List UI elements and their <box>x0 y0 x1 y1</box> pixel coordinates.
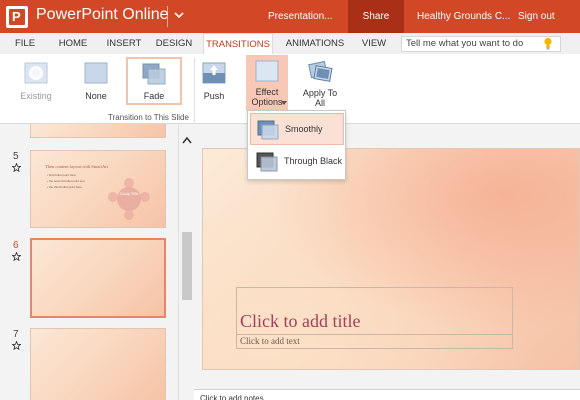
slide-number: 6 <box>13 240 19 251</box>
none-label: None <box>85 91 107 101</box>
transition-star-icon <box>12 341 21 350</box>
apply-to-all-label-line2: All <box>314 98 325 108</box>
effect-options-button[interactable]: Effect Options <box>246 55 288 111</box>
effect-options-icon <box>255 60 279 82</box>
fade-label: Fade <box>143 91 165 101</box>
through-black-icon <box>256 152 278 172</box>
tab-view[interactable]: VIEW <box>359 33 389 54</box>
lightbulb-icon[interactable] <box>543 37 553 50</box>
transition-fade-button[interactable]: Fade <box>126 57 182 105</box>
transition-star-icon <box>12 163 21 172</box>
slide-thumbnail-6[interactable] <box>30 238 166 318</box>
document-name[interactable]: Presentation... <box>268 11 332 22</box>
share-button[interactable]: Share <box>348 0 404 33</box>
existing-thumb-icon <box>24 62 48 84</box>
push-thumb-icon <box>202 62 226 84</box>
app-divider <box>167 6 168 27</box>
transition-star-icon <box>12 252 21 261</box>
ribbon-tabs: FILE HOME INSERT DESIGN TRANSITIONS ANIM… <box>0 33 580 54</box>
slide-thumb-bullet: • the second bullet point text <box>47 179 85 183</box>
slide-thumbnail-7[interactable] <box>30 328 166 400</box>
slide-number: 7 <box>13 329 19 340</box>
slide-thumb-bullet: • the third bullet point here <box>47 185 82 189</box>
title-placeholder-text: Click to add title <box>240 311 361 331</box>
transition-none-button[interactable]: None <box>68 57 124 105</box>
sign-out-link[interactable]: Sign out <box>518 11 555 22</box>
app-name[interactable]: PowerPoint Online <box>36 6 169 24</box>
ribbon-group-caption: Transition to This Slide <box>108 113 189 122</box>
group-separator <box>194 58 195 122</box>
transition-existing-button[interactable]: Existing <box>8 57 64 105</box>
slides-scrollbar[interactable] <box>178 124 194 400</box>
apply-to-all-button[interactable]: Apply To All <box>296 55 344 111</box>
powerpoint-logo-icon[interactable]: P <box>6 6 28 28</box>
apply-to-all-icon <box>308 60 333 82</box>
menu-item-smoothly[interactable]: Smoothly <box>250 113 344 145</box>
notes-placeholder: Click to add notes <box>200 394 264 400</box>
menu-item-through-black[interactable]: Through Black <box>250 146 344 178</box>
tab-insert[interactable]: INSERT <box>104 33 144 54</box>
smartart-center-label: Group Title <box>119 191 139 196</box>
effect-options-menu: Smoothly Through Black <box>247 110 346 180</box>
menu-item-label: Smoothly <box>285 124 323 134</box>
slide-thumbnail-5[interactable]: Then content layout with SmartArt • firs… <box>30 150 166 228</box>
tell-me-input[interactable]: Tell me what you want to do <box>401 36 561 52</box>
site-name[interactable]: Healthy Grounds C... <box>417 11 510 22</box>
tab-file[interactable]: FILE <box>10 33 40 54</box>
subtitle-placeholder-text: Click to add text <box>240 336 300 346</box>
existing-label: Existing <box>20 91 52 101</box>
slide-thumbnail-4[interactable] <box>30 124 166 138</box>
menu-item-label: Through Black <box>284 156 343 166</box>
slide-thumb-title: Then content layout with SmartArt <box>45 164 108 169</box>
smoothly-icon <box>257 120 279 140</box>
scroll-up-icon[interactable] <box>182 136 192 144</box>
tab-animations[interactable]: ANIMATIONS <box>282 33 348 54</box>
apply-to-all-label-line1: Apply To <box>302 88 338 98</box>
scroll-thumb[interactable] <box>182 232 192 300</box>
caret-down-icon <box>281 101 287 105</box>
tab-design[interactable]: DESIGN <box>154 33 194 54</box>
title-bar: P PowerPoint Online Presentation... Shar… <box>0 0 580 33</box>
tab-transitions[interactable]: TRANSITIONS <box>203 33 273 54</box>
effect-options-label-line1: Effect <box>255 87 279 97</box>
slide-thumb-bullet: • first bullet point here <box>47 173 76 177</box>
tab-home[interactable]: HOME <box>56 33 90 54</box>
none-thumb-icon <box>84 62 108 84</box>
smartart-diagram <box>108 178 150 220</box>
slide-number: 5 <box>13 151 19 162</box>
chevron-down-icon[interactable] <box>172 6 186 24</box>
fade-thumb-icon <box>142 63 166 85</box>
